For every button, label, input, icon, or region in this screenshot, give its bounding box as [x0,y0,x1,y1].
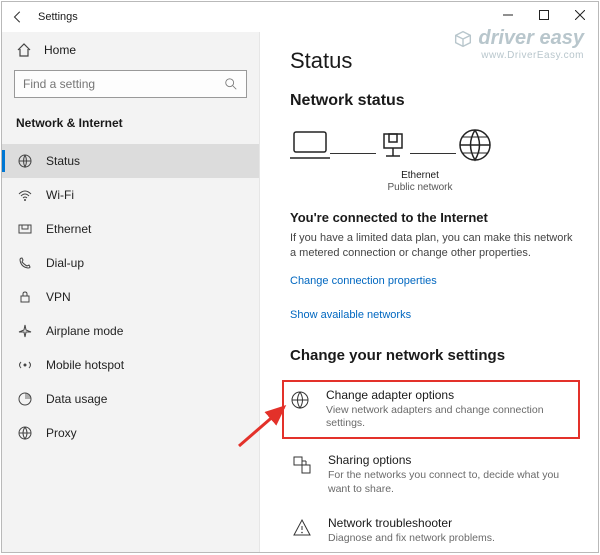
sidebar-item-label: VPN [46,290,71,304]
globe-icon [456,126,494,164]
adapter-icon [290,388,312,431]
option-sub: Diagnose and fix network problems. [328,532,495,546]
home-icon [16,42,32,58]
datausage-icon [16,391,34,407]
sidebar-item-proxy[interactable]: Proxy [2,416,259,450]
back-button[interactable] [8,10,28,24]
sidebar-item-label: Proxy [46,426,77,440]
option-change-adapter[interactable]: Change adapter options View network adap… [284,382,578,437]
connected-desc: If you have a limited data plan, you can… [290,231,578,261]
diagram-labels: Ethernet Public network [290,170,550,194]
sidebar-item-status[interactable]: Status [2,144,259,178]
sidebar-item-label: Dial-up [46,256,84,270]
sidebar-item-label: Airplane mode [46,324,123,338]
sidebar-item-hotspot[interactable]: Mobile hotspot [2,348,259,382]
hotspot-icon [16,357,34,373]
home-label: Home [44,43,76,57]
network-diagram [290,126,578,164]
sharing-icon [292,453,314,496]
diagram-label-name: Ethernet [290,170,550,182]
maximize-button[interactable] [526,2,562,28]
connected-title: You're connected to the Internet [290,210,578,225]
sidebar-item-airplane[interactable]: Airplane mode [2,314,259,348]
router-icon [376,128,410,162]
option-sub: View network adapters and change connect… [326,404,572,431]
option-troubleshooter[interactable]: Network troubleshooter Diagnose and fix … [290,514,578,548]
diagram-label-type: Public network [290,182,550,194]
sidebar-item-label: Mobile hotspot [46,358,124,372]
link-change-connection-properties[interactable]: Change connection properties [290,275,437,287]
sidebar: Home Network & Internet Status Wi-Fi Eth… [2,32,260,552]
option-title: Change adapter options [326,388,572,402]
search-input[interactable] [23,77,224,91]
sidebar-item-datausage[interactable]: Data usage [2,382,259,416]
page-title: Status [290,48,578,74]
sidebar-item-label: Status [46,154,80,168]
close-icon [575,10,585,20]
home-button[interactable]: Home [2,32,259,70]
sidebar-item-label: Data usage [46,392,107,406]
proxy-icon [16,425,34,441]
arrow-left-icon [11,10,25,24]
sidebar-item-label: Ethernet [46,222,91,236]
network-status-heading: Network status [290,92,578,110]
airplane-icon [16,323,34,339]
option-sub: For the networks you connect to, decide … [328,469,576,496]
close-button[interactable] [562,2,598,28]
sidebar-item-wifi[interactable]: Wi-Fi [2,178,259,212]
sidebar-item-vpn[interactable]: VPN [2,280,259,314]
search-icon [224,77,238,91]
ethernet-icon [16,221,34,237]
app-title: Settings [38,11,78,23]
title-bar: Settings [2,2,598,32]
minimize-icon [503,10,513,20]
sidebar-item-label: Wi-Fi [46,188,74,202]
change-network-heading: Change your network settings [290,347,578,364]
troubleshooter-icon [292,516,314,546]
sidebar-item-dialup[interactable]: Dial-up [2,246,259,280]
content-pane: Status Network status Ethernet Public ne… [260,32,598,552]
device-icon [290,128,330,162]
option-sharing[interactable]: Sharing options For the networks you con… [290,451,578,498]
diagram-line [410,153,456,154]
dialup-icon [16,255,34,271]
vpn-icon [16,289,34,305]
minimize-button[interactable] [490,2,526,28]
sidebar-section-title: Network & Internet [2,112,259,144]
wifi-icon [16,187,34,203]
option-title: Network troubleshooter [328,516,495,530]
option-title: Sharing options [328,453,576,467]
sidebar-item-ethernet[interactable]: Ethernet [2,212,259,246]
maximize-icon [539,10,549,20]
status-icon [16,153,34,169]
search-box[interactable] [14,70,247,98]
diagram-line [330,153,376,154]
link-show-available-networks[interactable]: Show available networks [290,309,411,321]
